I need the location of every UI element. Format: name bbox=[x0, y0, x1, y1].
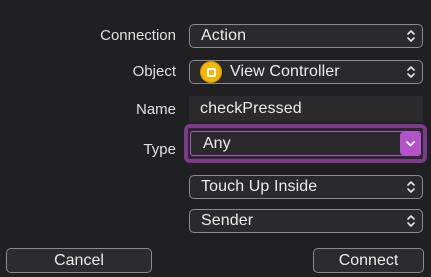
connection-label: Connection bbox=[100, 27, 176, 44]
updown-chevron-icon bbox=[400, 176, 422, 198]
type-value: Any bbox=[203, 134, 231, 152]
connection-dialog: Connection Action Object View Controller… bbox=[0, 0, 431, 277]
name-label: Name bbox=[135, 101, 176, 118]
type-label: Type bbox=[143, 141, 176, 158]
object-value: View Controller bbox=[230, 63, 340, 80]
type-popup[interactable]: Any bbox=[190, 131, 421, 156]
chevron-down-icon bbox=[400, 132, 421, 155]
arguments-popup[interactable]: Sender bbox=[189, 209, 423, 233]
view-controller-icon bbox=[200, 61, 222, 83]
connection-value: Action bbox=[201, 27, 247, 44]
updown-chevron-icon bbox=[400, 210, 422, 232]
cancel-button[interactable]: Cancel bbox=[6, 248, 152, 273]
object-label: Object bbox=[132, 63, 176, 80]
event-value: Touch Up Inside bbox=[201, 178, 318, 195]
arguments-value: Sender bbox=[201, 212, 254, 229]
updown-chevron-icon bbox=[400, 25, 422, 47]
connect-button[interactable]: Connect bbox=[313, 248, 424, 273]
type-popup-focus-ring[interactable]: Any bbox=[184, 124, 427, 163]
object-popup[interactable]: View Controller bbox=[189, 60, 423, 84]
updown-chevron-icon bbox=[400, 61, 422, 83]
connection-popup[interactable]: Action bbox=[189, 24, 423, 48]
name-field[interactable]: checkPressed bbox=[189, 96, 423, 122]
event-popup[interactable]: Touch Up Inside bbox=[189, 175, 423, 199]
name-value: checkPressed bbox=[200, 100, 302, 117]
